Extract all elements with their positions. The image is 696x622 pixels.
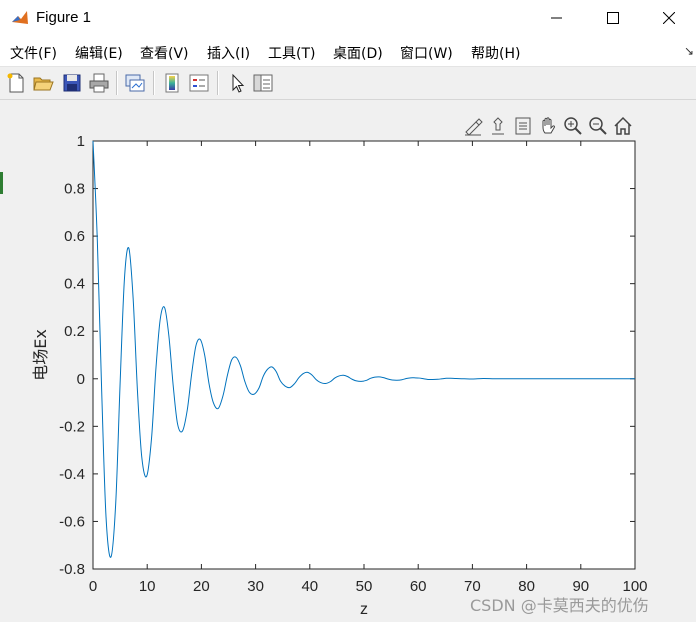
x-tick-label: 0	[89, 578, 97, 595]
y-axis-label: 电场Ex	[31, 329, 50, 381]
watermark: CSDN @卡莫西夫的优伤	[470, 596, 649, 615]
y-tick-label: -0.8	[59, 561, 85, 578]
x-tick-label: 60	[410, 578, 427, 595]
y-tick-label: 0.4	[64, 276, 85, 293]
line-chart: 1 0.8 0.6 0.4 0.2 0 -0.2 -0.4 -0.6 -0.8 0 10 20 30 40…	[31, 133, 648, 618]
x-tick-label: 50	[356, 578, 373, 595]
y-tick-label: 1	[77, 133, 85, 150]
x-tick-label: 20	[193, 578, 210, 595]
y-tick-label: 0	[77, 371, 85, 388]
y-tick-label: -0.2	[59, 418, 85, 435]
plot-area	[92, 140, 636, 570]
y-tick-label: -0.6	[59, 513, 85, 530]
y-tick-label: -0.4	[59, 466, 85, 483]
x-tick-label: 40	[301, 578, 318, 595]
x-tick-label: 30	[247, 578, 264, 595]
x-tick-label: 10	[139, 578, 156, 595]
y-tick-label: 0.2	[64, 323, 85, 340]
y-tick-label: 0.6	[64, 228, 85, 245]
y-tick-label: 0.8	[64, 181, 85, 198]
x-axis-label: z	[360, 601, 368, 618]
